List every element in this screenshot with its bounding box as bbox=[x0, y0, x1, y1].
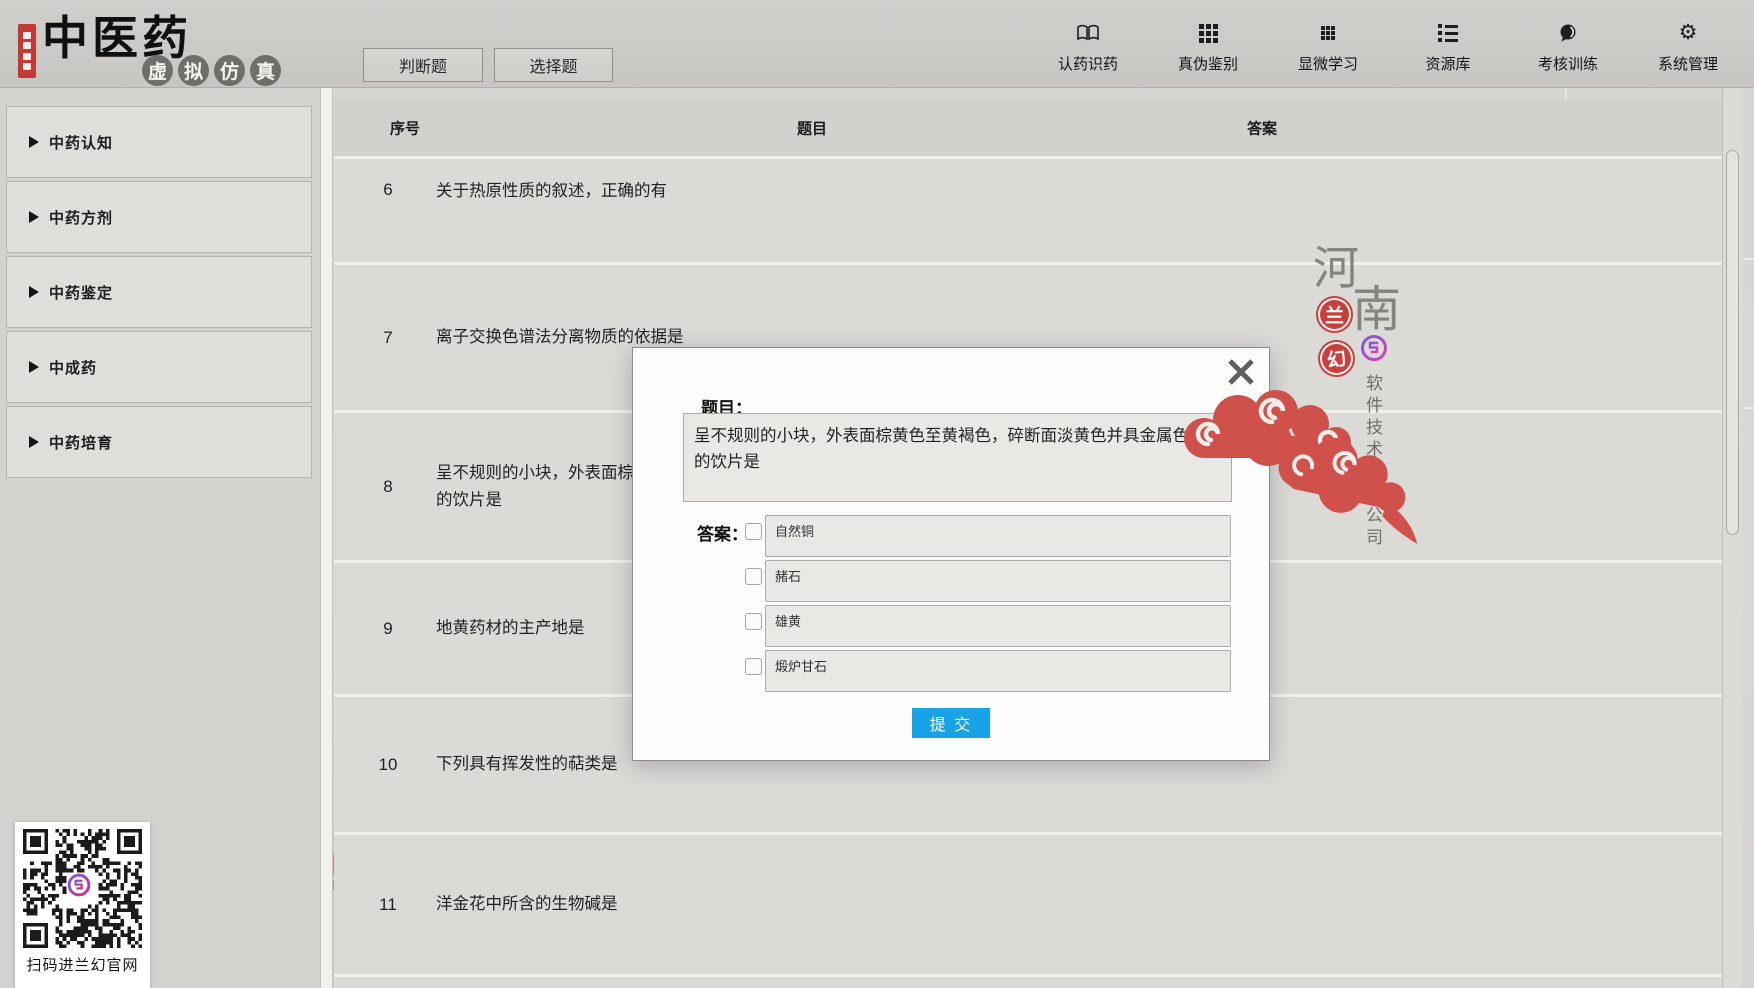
sidebar-item-herb-formula[interactable]: 中药方剂 bbox=[6, 181, 312, 253]
row-number: 9 bbox=[370, 619, 406, 639]
column-header-question: 题目 bbox=[797, 118, 827, 139]
watermark-badge-lan: 兰 bbox=[1316, 296, 1353, 333]
sidebar-item-label: 中成药 bbox=[49, 357, 97, 378]
option-checkbox[interactable] bbox=[745, 523, 762, 540]
subtitle-char: 虚 bbox=[142, 55, 173, 86]
qr-card: 扫码进兰幻官网 bbox=[15, 822, 150, 988]
choice-question-button[interactable]: 选择题 bbox=[494, 48, 613, 82]
subtitle-char: 拟 bbox=[178, 55, 209, 86]
option-checkbox[interactable] bbox=[745, 658, 762, 675]
answer-option: 煅炉甘石 bbox=[745, 650, 1231, 692]
table-row-partial bbox=[334, 977, 1722, 988]
table-row[interactable]: 6 关于热原性质的叙述，正确的有 bbox=[334, 159, 1722, 262]
nav-label: 资源库 bbox=[1425, 53, 1470, 74]
option-checkbox[interactable] bbox=[745, 613, 762, 630]
sidebar-item-label: 中药方剂 bbox=[49, 207, 113, 228]
sidebar-item-herb-cognition[interactable]: 中药认知 bbox=[6, 106, 312, 178]
row-question: 洋金花中所含的生物碱是 bbox=[436, 891, 618, 918]
nav-item-assessment[interactable]: 考核训练 bbox=[1508, 22, 1628, 74]
sidebar-item-label: 中药鉴定 bbox=[49, 282, 113, 303]
brand-subtitle: 虚 拟 仿 真 bbox=[142, 55, 281, 86]
list-icon bbox=[1438, 22, 1458, 44]
arrow-right-icon bbox=[29, 361, 39, 373]
row-number: 7 bbox=[370, 328, 406, 348]
answer-option: 赭石 bbox=[745, 560, 1231, 602]
dots-grid-icon bbox=[1321, 22, 1335, 44]
row-question: 下列具有挥发性的萜类是 bbox=[436, 751, 618, 778]
content-scrollbar-thumb[interactable] bbox=[1726, 150, 1739, 535]
answer-options: 自然铜 赭石 雄黄 煅炉甘石 bbox=[745, 515, 1231, 692]
nav-label: 真伪鉴别 bbox=[1178, 53, 1238, 74]
row-number: 6 bbox=[370, 180, 406, 200]
qr-caption: 扫码进兰幻官网 bbox=[26, 954, 138, 975]
submit-button[interactable]: 提 交 bbox=[912, 708, 990, 738]
gear-icon: ⚙ bbox=[1679, 22, 1698, 44]
subtitle-char: 仿 bbox=[214, 55, 245, 86]
grid-icon bbox=[1199, 22, 1218, 44]
nav-item-resources[interactable]: 资源库 bbox=[1388, 22, 1508, 74]
row-question: 地黄药材的主产地是 bbox=[436, 615, 585, 642]
arrow-right-icon bbox=[29, 286, 39, 298]
nav-item-drug-recognition[interactable]: 认药识药 bbox=[1028, 22, 1148, 74]
watermark-char-nan: 南 bbox=[1352, 270, 1401, 341]
column-header-no: 序号 bbox=[390, 118, 420, 139]
app-window: 中医药 虚 拟 仿 真 判断题 选择题 认药识药 真伪鉴别 bbox=[0, 0, 1754, 988]
column-header-answer: 答案 bbox=[1247, 118, 1277, 139]
sidebar-item-label: 中药认知 bbox=[49, 132, 113, 153]
qr-code bbox=[23, 829, 142, 948]
brand-seal-stamp bbox=[18, 24, 36, 78]
sidebar-item-label: 中药培育 bbox=[49, 432, 113, 453]
table-header: 序号 题目 答案 bbox=[334, 100, 1722, 156]
arrow-right-icon bbox=[29, 136, 39, 148]
option-text-box[interactable]: 自然铜 bbox=[765, 515, 1231, 557]
answer-option: 雄黄 bbox=[745, 605, 1231, 647]
nav-label: 系统管理 bbox=[1658, 53, 1718, 74]
modal-question-textarea[interactable]: 呈不规则的小块，外表面棕黄色至黄褐色，碎断面淡黄色并具金属色泽的饮片是 bbox=[683, 413, 1232, 502]
option-text-box[interactable]: 赭石 bbox=[765, 560, 1231, 602]
top-bar: 中医药 虚 拟 仿 真 判断题 选择题 认药识药 真伪鉴别 bbox=[0, 0, 1754, 88]
answer-option: 自然铜 bbox=[745, 515, 1231, 557]
main-nav: 认药识药 真伪鉴别 显微学习 资源库 bbox=[1028, 22, 1748, 74]
nav-item-system-settings[interactable]: ⚙ 系统管理 bbox=[1628, 22, 1748, 74]
arrow-right-icon bbox=[29, 211, 39, 223]
option-text-box[interactable]: 煅炉甘石 bbox=[765, 650, 1231, 692]
judge-question-button[interactable]: 判断题 bbox=[363, 48, 483, 82]
nav-item-authenticity[interactable]: 真伪鉴别 bbox=[1148, 22, 1268, 74]
lanhuan-logo-icon bbox=[67, 873, 98, 904]
sidebar-item-patent-medicine[interactable]: 中成药 bbox=[6, 331, 312, 403]
option-checkbox[interactable] bbox=[745, 568, 762, 585]
arrow-right-icon bbox=[29, 436, 39, 448]
sidebar-item-herb-cultivation[interactable]: 中药培育 bbox=[6, 406, 312, 478]
nav-label: 认药识药 bbox=[1058, 53, 1118, 74]
content-scrollbar-track[interactable] bbox=[1722, 88, 1742, 988]
row-number: 8 bbox=[370, 477, 406, 497]
subtitle-char: 真 bbox=[250, 55, 281, 86]
nav-item-microscopy[interactable]: 显微学习 bbox=[1268, 22, 1388, 74]
modal-answer-label: 答案： bbox=[697, 520, 748, 545]
table-row[interactable]: 11 洋金花中所含的生物碱是 bbox=[334, 835, 1722, 974]
row-number: 10 bbox=[370, 755, 406, 775]
lanhuan-logo-icon bbox=[1360, 334, 1388, 367]
chat-icon bbox=[1558, 22, 1578, 44]
option-text-box[interactable]: 雄黄 bbox=[765, 605, 1231, 647]
book-icon bbox=[1076, 22, 1100, 44]
sidebar-scrollbar-track[interactable] bbox=[320, 88, 333, 988]
row-number: 11 bbox=[370, 895, 406, 915]
nav-label: 考核训练 bbox=[1538, 53, 1598, 74]
nav-label: 显微学习 bbox=[1298, 53, 1358, 74]
sidebar-item-herb-identification[interactable]: 中药鉴定 bbox=[6, 256, 312, 328]
row-question: 关于热原性质的叙述，正确的有 bbox=[436, 178, 667, 205]
